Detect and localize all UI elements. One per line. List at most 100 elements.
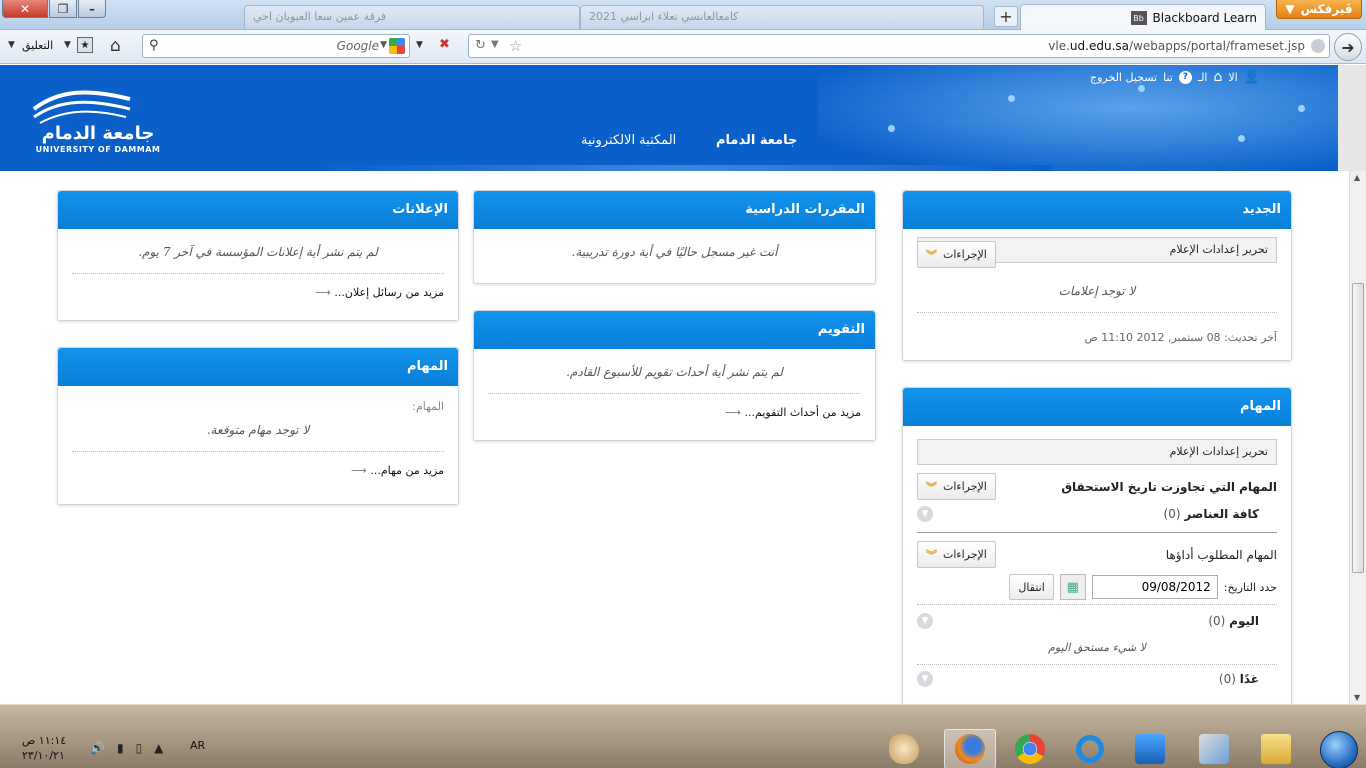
arrow-right-icon: ⟶ (315, 286, 331, 299)
more-link-label: مزيد من رسائل إعلان... (334, 286, 444, 299)
scroll-down-icon[interactable]: ▼ (1354, 693, 1360, 702)
taskbar-explorer[interactable] (1250, 729, 1302, 768)
chevron-down-icon[interactable]: ▼ (416, 40, 423, 50)
actions-button[interactable]: الإجراءات ︾ (917, 541, 996, 568)
network-icon[interactable]: ▮ (117, 741, 124, 755)
taskbar-chrome[interactable] (1004, 729, 1056, 768)
search-placeholder: Google (336, 39, 379, 53)
chevron-down-icon[interactable]: ▼ (491, 39, 499, 50)
header-link[interactable]: الـ (1198, 71, 1208, 84)
start-button[interactable] (1320, 731, 1358, 768)
edit-notification-settings-button[interactable]: تحرير إعدادات الإعلام (917, 439, 1277, 465)
language-indicator[interactable]: AR (190, 739, 205, 752)
background-tab[interactable]: كامعالعانسي تعلاء ابراسي 2021 (580, 5, 984, 29)
comment-button[interactable]: التعليق (22, 39, 53, 52)
today-label: اليوم (1229, 614, 1259, 628)
more-tasks-link[interactable]: مزيد من مهام... ⟶ (72, 452, 444, 491)
google-icon[interactable] (389, 38, 405, 54)
empty-message: لم يتم نشر أية أحداث تقويم للأسبوع القاد… (488, 349, 861, 394)
tab-e-library[interactable]: المكتبة الالكترونية (581, 133, 676, 148)
scroll-up-icon[interactable]: ▲ (1354, 173, 1360, 182)
search-input[interactable]: ⚲ Google ▼ (142, 34, 410, 58)
background-tab[interactable]: فرقة عمين سعا العيوبان احي (244, 5, 580, 29)
arrow-right-icon: ⟶ (725, 406, 742, 419)
taskbar-media-player[interactable] (1124, 729, 1176, 768)
courses-module: المقررات الدراسية أنت غير مسجل حاليًا في… (473, 190, 876, 284)
logo-arabic-text: جامعة الدمام (41, 123, 155, 144)
date-input[interactable] (1091, 575, 1218, 599)
all-items-toggle[interactable]: كافة العناصر (0) (1164, 507, 1260, 521)
announcements-module: الإعلانات لم يتم نشر أية إعلانات المؤسسة… (57, 190, 459, 321)
window-minimize-button[interactable]: – (78, 0, 106, 18)
header-link[interactable]: تنا (1163, 71, 1173, 84)
taskbar-internet-explorer[interactable] (1064, 729, 1116, 768)
new-tab-button[interactable]: + (994, 6, 1018, 27)
help-icon[interactable]: ? (1178, 70, 1192, 84)
logo-waves-icon (32, 90, 131, 124)
back-button[interactable]: ➜ (1334, 33, 1362, 61)
addon-icon[interactable]: ✖ (439, 37, 455, 55)
taskbar-tools[interactable] (1188, 729, 1240, 768)
window-close-button[interactable]: ✕ (2, 0, 48, 18)
chevron-down-icon[interactable]: ▼ (380, 40, 387, 50)
empty-message: لا توجد مهام متوقعة. (72, 413, 444, 452)
tomorrow-toggle[interactable]: غدًا (0) (1219, 672, 1259, 686)
firefox-menu-label: فَيرفكس (1300, 2, 1353, 16)
volume-icon[interactable]: 🔊 (90, 741, 105, 755)
chevron-down-icon[interactable]: ▼ (917, 671, 933, 687)
show-hidden-icons[interactable]: ▲ (154, 741, 163, 755)
more-announcements-link[interactable]: مزيد من رسائل إعلان... ⟶ (72, 274, 444, 313)
tab-blackboard[interactable]: Bb Blackboard Learn (1020, 4, 1266, 31)
battery-icon[interactable]: ▯ (136, 741, 143, 755)
double-chevron-down-icon: ︾ (926, 548, 937, 562)
vertical-scrollbar[interactable]: ▲ ▼ (1349, 171, 1366, 704)
logout-link[interactable]: تسجيل الخروج (1090, 71, 1157, 84)
chevron-down-icon: ▼ (1285, 2, 1295, 16)
folder-icon (1261, 734, 1291, 764)
go-button[interactable]: انتقال (1009, 574, 1054, 600)
portal-content: الإعلانات لم يتم نشر أية إعلانات المؤسسة… (0, 171, 1338, 704)
tab-label: كامعالعانسي تعلاء ابراسي 2021 (589, 10, 739, 23)
actions-label: الإجراءات (943, 248, 987, 261)
tasks-module-left: المهام المهام: لا توجد مهام متوقعة. مزيد… (57, 347, 459, 505)
header-link[interactable]: الا (1228, 71, 1237, 84)
today-toggle[interactable]: اليوم (0) (1208, 614, 1259, 628)
home-icon[interactable]: ⌂ (110, 36, 121, 56)
tab-dammam-university[interactable]: جامعة الدمام (716, 133, 797, 148)
taskbar-clock[interactable]: ١١:١٤ ص ٢٣/١٠/٢١ (22, 734, 66, 763)
tomorrow-count: (0) (1218, 672, 1236, 686)
search-icon[interactable]: ⚲ (149, 38, 159, 53)
chevron-down-icon[interactable]: ▼ (917, 613, 933, 629)
empty-message: لا توجد إعلامات (917, 268, 1277, 313)
go-icon[interactable] (1311, 39, 1325, 53)
actions-button[interactable]: الإجراءات ︾ (917, 241, 996, 268)
date-label: حدد التاريخ: (1223, 580, 1277, 594)
star-icon[interactable]: ☆ (509, 37, 522, 55)
more-link-label: مزيد من مهام... (370, 464, 444, 477)
calendar-icon[interactable]: ▦ (1059, 574, 1086, 600)
double-chevron-down-icon: ︾ (926, 480, 937, 494)
actions-button[interactable]: الإجراءات ︾ (917, 473, 996, 500)
taskbar-firefox[interactable] (944, 729, 996, 768)
chevron-down-icon[interactable]: ▼ (917, 506, 933, 522)
scrollbar-thumb[interactable] (1352, 283, 1364, 573)
user-icon[interactable]: 👤 (1244, 70, 1260, 85)
module-title: المهام (903, 388, 1291, 426)
more-calendar-events-link[interactable]: مزيد من أحداث التقويم... ⟶ (488, 394, 861, 433)
university-logo[interactable]: جامعة الدمام UNIVERSITY OF DAMMAM (28, 85, 168, 159)
url-bar[interactable]: ↻ ▼ ☆ vle.ud.edu.sa/webapps/portal/frame… (468, 34, 1330, 58)
arrow-right-icon: ⟶ (351, 464, 367, 477)
empty-message: لم يتم نشر أية إعلانات المؤسسة في آخر 7 … (72, 229, 444, 274)
chevron-down-icon[interactable]: ▼ (8, 40, 15, 50)
window-maximize-button[interactable]: ❐ (49, 0, 77, 18)
home-icon[interactable]: ⌂ (1214, 69, 1223, 85)
tab-label: فرقة عمين سعا العيوبان احي (253, 10, 387, 23)
navigation-toolbar: ▼ التعليق ▼ ★ ⌂ ⚲ Google ▼ ▼ ✖ ↻ ▼ ☆ vle… (0, 30, 1366, 64)
firefox-icon (955, 734, 985, 764)
taskbar-paint[interactable] (878, 729, 930, 768)
firefox-menu-button[interactable]: ▼ فَيرفكس (1276, 0, 1362, 19)
reload-icon[interactable]: ↻ (475, 38, 486, 53)
double-chevron-down-icon: ︾ (926, 248, 937, 262)
chevron-down-icon[interactable]: ▼ (64, 40, 71, 50)
bookmarks-icon[interactable]: ★ (77, 37, 93, 53)
